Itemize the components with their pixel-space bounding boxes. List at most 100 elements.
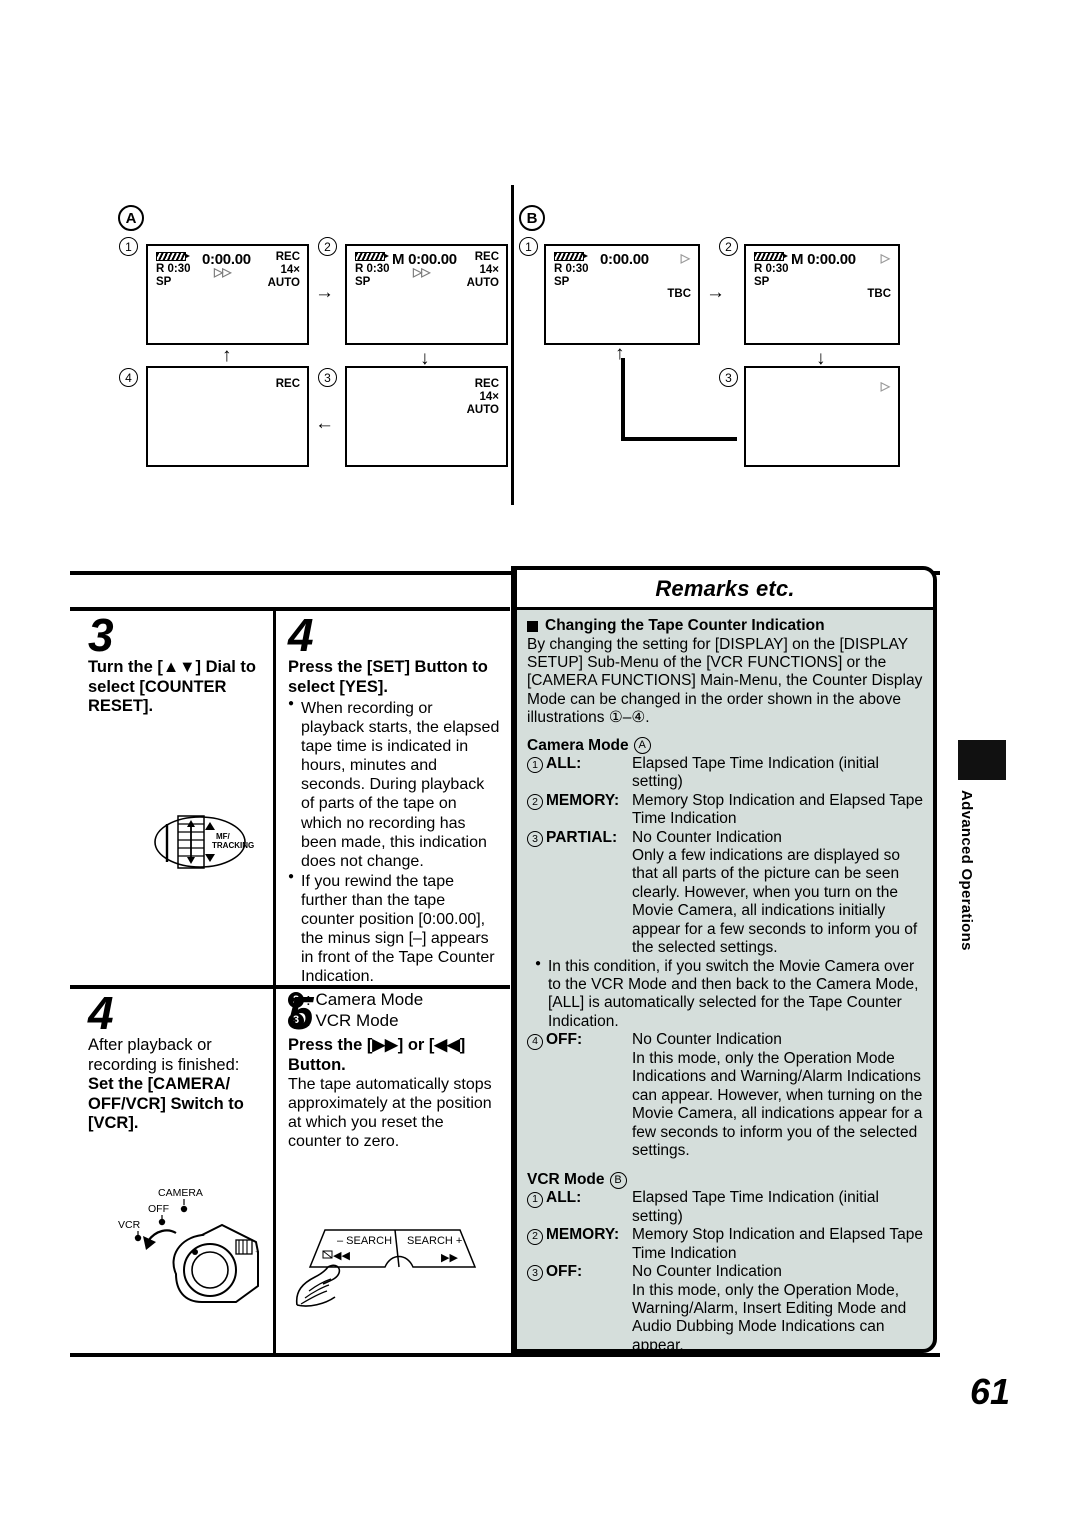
camera-row-partial-text: No Counter Indication — [632, 828, 782, 846]
vcr-row-off-text: No Counter Indication — [632, 1263, 782, 1281]
tape-remaining-icon — [554, 252, 588, 261]
svg-text:SEARCH +: SEARCH + — [407, 1235, 462, 1247]
vcr-row-all-number: 1 — [527, 1189, 546, 1226]
auto-indicator-a2: AUTO — [466, 277, 499, 289]
rec-indicator-a2: REC — [474, 251, 499, 263]
screen-a1: R 0:30 SP 0:00.00 ▷▷ REC 14× AUTO — [146, 244, 309, 345]
square-bullet-icon — [527, 621, 538, 632]
vcr-row-memory-number: 2 — [527, 1226, 546, 1263]
battery-time-a1: R 0:30 — [156, 263, 191, 275]
screen-a3: REC 14× AUTO — [345, 366, 508, 467]
step-4-top-number: 4 — [288, 609, 314, 661]
screen-b1: R 0:30 SP 0:00.00 ▷ TBC — [544, 244, 700, 345]
step-4-bottom-heading: Set the [CAMERA/ OFF/VCR] Switch to [VCR… — [88, 1075, 244, 1133]
play-indicator-b1: ▷ — [680, 251, 690, 265]
camera-partial-continuation: Only a few indications are displayed so … — [632, 846, 918, 957]
tape-counter-b1: 0:00.00 — [600, 251, 649, 268]
step-5-number: 5 — [288, 987, 314, 1039]
vcr-mode-heading: VCR Mode B — [527, 1171, 924, 1189]
side-tab-marker — [958, 740, 1006, 780]
group-divider — [511, 185, 514, 505]
page-number: 61 — [969, 1371, 1010, 1412]
camera-row-all-label: ALL: — [546, 754, 582, 772]
steps-column-divider-bottom — [273, 985, 276, 1353]
steps-bottom-rule — [70, 1353, 940, 1357]
remarks-header: Remarks etc. — [517, 570, 933, 610]
battery-time-b2: R 0:30 — [754, 263, 789, 275]
zoom-indicator-a1: 14× — [280, 264, 300, 276]
battery-time-a2: R 0:30 — [355, 263, 390, 275]
step-4-top-bullet-1: When recording or playback starts, the e… — [288, 698, 500, 870]
step-5: 5 Press the [▶▶] or [◀◀] Button. The tap… — [288, 987, 500, 1151]
camera-row-partial-number: 3 — [527, 829, 546, 847]
diagram-step-a1: 1 — [119, 237, 138, 256]
diagram-step-a3: 3 — [318, 368, 337, 387]
svg-text:▶▶: ▶▶ — [441, 1252, 458, 1264]
tbc-indicator-b2: TBC — [867, 288, 891, 300]
screen-a2: R 0:30 SP M 0:00.00 ▷▷ REC 14× AUTO — [345, 244, 508, 345]
remarks-section-heading-row: Changing the Tape Counter Indication — [527, 617, 924, 636]
vcr-row-memory-text: Memory Stop Indication and Elapsed Tape … — [632, 1226, 923, 1262]
camera-off-continuation: In this mode, only the Operation Mode In… — [632, 1049, 923, 1159]
play-indicator-b2: ▷ — [880, 251, 890, 265]
diagram-step-a4: 4 — [119, 368, 138, 387]
arrow-a3-to-a4: ← — [315, 413, 334, 434]
camera-row-memory-number: 2 — [527, 792, 546, 829]
group-a-label: A — [118, 205, 144, 231]
rec-indicator-a4: REC — [275, 378, 300, 390]
remarks-panel: Remarks etc. Changing the Tape Counter I… — [513, 566, 937, 1353]
camera-row-partial: 3 PARTIAL: No Counter Indication — [527, 829, 924, 847]
speed-mode-b1: SP — [554, 276, 570, 288]
screen-b3: ▷ — [744, 366, 900, 467]
side-tab-label: Advanced Operations — [958, 790, 975, 951]
svg-text:◀◀: ◀◀ — [333, 1250, 350, 1262]
camera-off-vcr-switch-illustration: CAMERA OFF VCR — [110, 1178, 270, 1323]
remarks-title: Remarks etc. — [655, 575, 795, 601]
rec-indicator-a3: REC — [474, 378, 499, 390]
camera-row-memory-text: Memory Stop Indication and Elapsed Tape … — [632, 791, 923, 828]
arrow-b1-to-b2: → — [706, 282, 725, 303]
loop-line-horizontal — [621, 437, 737, 441]
arrow-a1-to-a2: → — [315, 282, 334, 303]
svg-text:– SEARCH: – SEARCH — [337, 1235, 392, 1247]
tape-counter-b2: M 0:00.00 — [791, 251, 856, 268]
speed-mode-a1: SP — [156, 276, 172, 288]
speed-mode-b2: SP — [754, 276, 770, 288]
camera-row-all-number: 1 — [527, 755, 546, 792]
vcr-row-all: 1 ALL: Elapsed Tape Time Indication (ini… — [527, 1189, 924, 1226]
tape-remaining-icon — [355, 252, 389, 261]
step-3-heading: Turn the [▲▼] Dial to select [COUNTER RE… — [88, 658, 257, 716]
play-indicator-a1: ▷▷ — [214, 265, 231, 279]
svg-text:OFF: OFF — [148, 1203, 169, 1215]
tape-remaining-icon — [156, 252, 190, 261]
mf-tracking-dial-illustration: MF/ TRACKING — [140, 806, 260, 878]
camera-row-memory-label: MEMORY: — [546, 791, 620, 809]
screen-a4: REC — [146, 366, 309, 467]
svg-text:CAMERA: CAMERA — [158, 1187, 203, 1199]
camera-row-all: 1 ALL: Elapsed Tape Time Indication (ini… — [527, 755, 924, 792]
steps-column-divider-top — [273, 607, 276, 985]
camera-row-memory: 2 MEMORY: Memory Stop Indication and Ela… — [527, 792, 924, 829]
remarks-body: Changing the Tape Counter Indication By … — [517, 610, 933, 1349]
vcr-row-all-text: Elapsed Tape Time Indication (initial se… — [632, 1189, 879, 1225]
diagram-step-a2: 2 — [318, 237, 337, 256]
auto-indicator-a1: AUTO — [267, 277, 300, 289]
remarks-intro: By changing the setting for [DISPLAY] on… — [527, 635, 923, 727]
screen-b2: R 0:30 SP M 0:00.00 ▷ TBC — [744, 244, 900, 345]
rec-indicator-a1: REC — [275, 251, 300, 263]
camera-row-partial-label: PARTIAL: — [546, 828, 618, 846]
camera-partial-bullet: In this condition, if you switch the Mov… — [535, 958, 924, 1032]
camera-row-off-number: 4 — [527, 1031, 546, 1050]
step-5-heading: Press the [▶▶] or [◀◀] Button. — [288, 1036, 466, 1074]
vcr-row-memory: 2 MEMORY: Memory Stop Indication and Ela… — [527, 1226, 924, 1263]
step-4-bottom-intro: After playback or recording is finished: — [88, 1036, 240, 1074]
play-indicator-a2: ▷▷ — [413, 265, 430, 279]
zoom-indicator-a2: 14× — [479, 264, 499, 276]
speed-mode-a2: SP — [355, 276, 371, 288]
search-buttons-illustration: – SEARCH SEARCH + ◀◀ ▶▶ — [295, 1205, 510, 1315]
battery-time-b1: R 0:30 — [554, 263, 589, 275]
remarks-section-heading: Changing the Tape Counter Indication — [545, 617, 825, 634]
camera-row-off: 4 OFF: No Counter Indication — [527, 1031, 924, 1050]
step-3: 3 Turn the [▲▼] Dial to select [COUNTER … — [88, 612, 268, 717]
step-4-bottom: 4 After playback or recording is finishe… — [88, 990, 268, 1134]
